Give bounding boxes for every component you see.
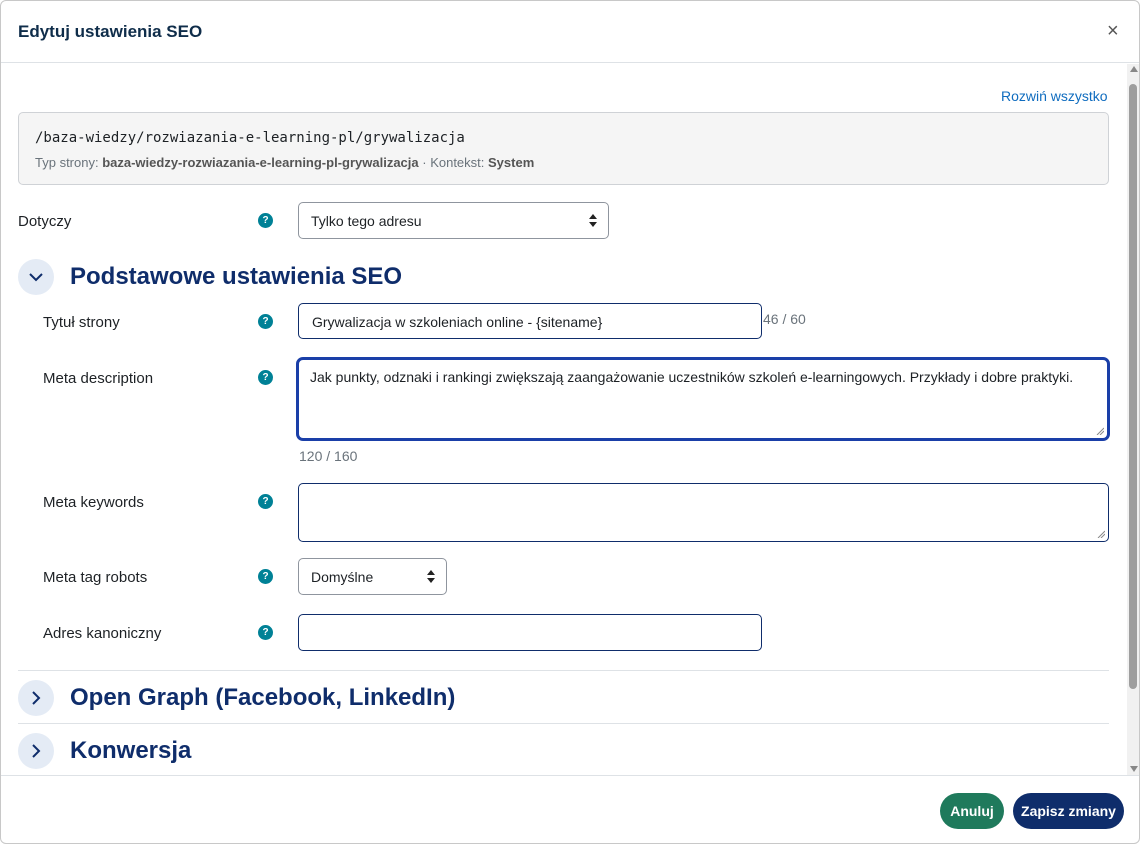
canonical-label: Adres kanoniczny [43,625,162,642]
help-icon[interactable]: ? [258,314,273,329]
dialog-footer: Anuluj Zapisz zmiany [1,775,1139,843]
scrollbar-thumb[interactable] [1129,84,1137,689]
dialog-title: Edytuj ustawienia SEO [18,22,203,41]
resize-handle-icon[interactable] [1096,427,1104,435]
dialog-body: Rozwiń wszystko /baza-wiedzy/rozwiazania… [1,64,1127,775]
applies-to-label: Dotyczy [18,213,72,230]
section-toggle-open-graph[interactable] [18,680,54,716]
context-label: Kontekst: [430,155,485,170]
context-value: System [488,155,535,170]
resize-handle-icon[interactable] [1097,530,1105,538]
scroll-down-icon[interactable] [1130,766,1138,772]
help-icon[interactable]: ? [258,370,273,385]
page-type-value: baza-wiedzy-rozwiazania-e-learning-pl-gr… [102,155,419,170]
save-button[interactable]: Zapisz zmiany [1013,793,1124,829]
chevron-right-icon [32,691,41,705]
help-icon[interactable]: ? [258,625,273,640]
applies-to-value: Tylko tego adresu [311,213,422,229]
page-title-label: Tytuł strony [43,314,120,331]
section-divider [18,670,1109,671]
page-title-counter: 46 / 60 [763,311,806,327]
section-open-graph: Open Graph (Facebook, LinkedIn) [18,680,1109,716]
url-path: /baza-wiedzy/rozwiazania-e-learning-pl/g… [35,130,465,146]
url-info-box: /baza-wiedzy/rozwiazania-e-learning-pl/g… [18,112,1109,185]
chevron-right-icon [32,744,41,758]
body-scrollbar[interactable] [1127,64,1139,775]
page-type-label: Typ strony: [35,155,99,170]
help-icon[interactable]: ? [258,213,273,228]
section-toggle-conversion[interactable] [18,733,54,769]
section-conversion: Konwersja [18,733,1109,769]
close-icon[interactable]: × [1107,21,1119,41]
meta-description-value: Jak punkty, odznaki i rankingi zwiększaj… [310,369,1074,385]
section-basic-seo: Podstawowe ustawienia SEO [18,259,1109,295]
meta-description-textarea[interactable]: Jak punkty, odznaki i rankingi zwiększaj… [296,357,1110,441]
seo-settings-dialog: Edytuj ustawienia SEO × Rozwiń wszystko … [0,0,1140,844]
section-title-basic[interactable]: Podstawowe ustawienia SEO [70,263,402,291]
meta-description-label: Meta description [43,370,154,387]
help-icon[interactable]: ? [258,494,273,509]
expand-all-link[interactable]: Rozwiń wszystko [1001,88,1108,104]
canonical-input[interactable] [298,614,762,651]
scroll-up-icon[interactable] [1130,66,1138,72]
help-icon[interactable]: ? [258,569,273,584]
page-title-input[interactable]: Grywalizacja w szkoleniach online - {sit… [298,303,762,339]
chevron-down-icon [29,273,43,282]
section-title-open-graph[interactable]: Open Graph (Facebook, LinkedIn) [70,684,455,712]
section-divider [18,723,1109,724]
cancel-button[interactable]: Anuluj [940,793,1004,829]
meta-robots-select[interactable]: Domyślne [298,558,447,595]
section-title-conversion[interactable]: Konwersja [70,737,191,765]
meta-robots-value: Domyślne [311,569,374,585]
select-caret-icon [589,214,597,228]
select-caret-icon [427,570,435,584]
dialog-header: Edytuj ustawienia SEO × [1,1,1139,63]
meta-separator: · [418,155,431,170]
applies-to-select[interactable]: Tylko tego adresu [298,202,609,239]
meta-robots-label: Meta tag robots [43,569,148,586]
section-toggle-basic[interactable] [18,259,54,295]
url-meta: Typ strony: baza-wiedzy-rozwiazania-e-le… [35,155,534,170]
meta-description-counter: 120 / 160 [299,448,358,464]
meta-keywords-label: Meta keywords [43,494,144,511]
meta-keywords-textarea[interactable] [298,483,1109,542]
